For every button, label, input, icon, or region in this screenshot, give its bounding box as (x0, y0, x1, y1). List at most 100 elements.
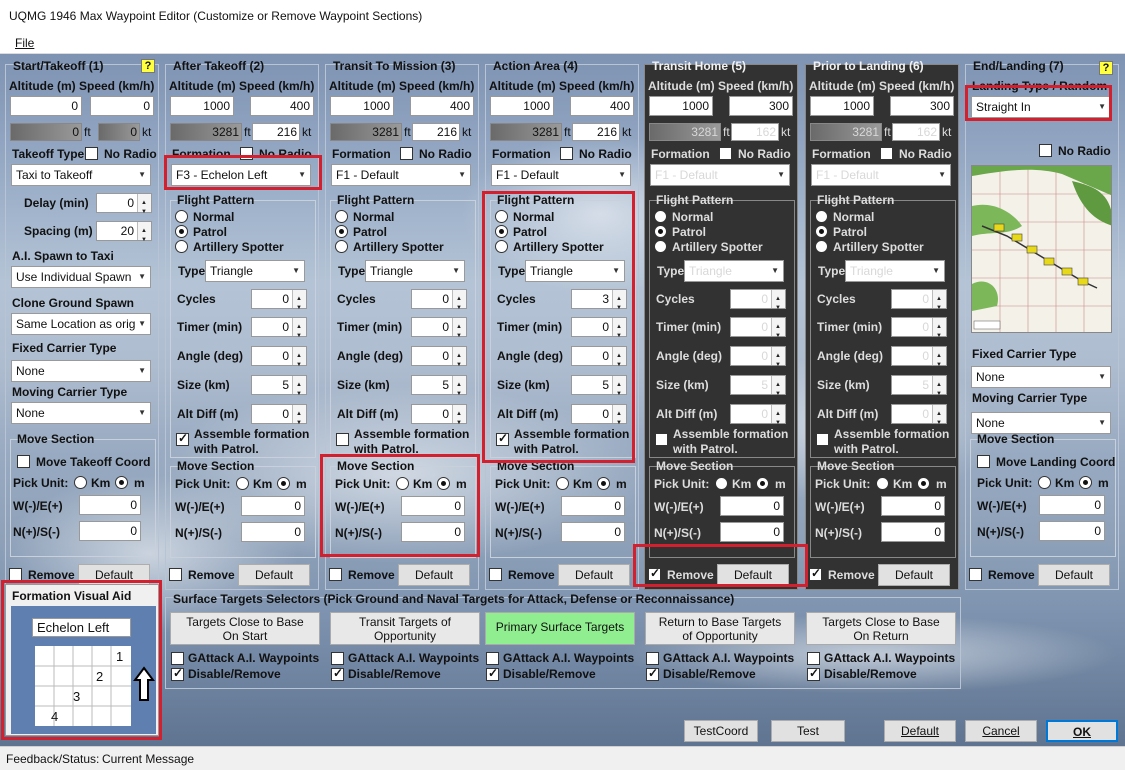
takeoff-type-dropdown[interactable]: Taxi to Takeoff ▼ (11, 164, 151, 186)
surface-target-button-2[interactable]: Transit Targets of Opportunity (330, 612, 480, 645)
fixed-carrier-dropdown[interactable]: None ▼ (11, 360, 151, 382)
default-button[interactable]: Default (717, 564, 789, 586)
pattern-type-dropdown[interactable]: Triangle ▼ (205, 260, 305, 282)
assemble-checkbox[interactable] (176, 431, 189, 446)
size-spinner[interactable]: 5 (891, 375, 947, 403)
km-radio[interactable] (236, 477, 249, 490)
speed-input[interactable]: 400 (250, 96, 314, 116)
surface-target-button-5[interactable]: Targets Close to Base On Return (806, 612, 956, 645)
surface-target-button-4[interactable]: Return to Base Targets of Opportunity (645, 612, 795, 645)
no-radio-checkbox[interactable] (880, 147, 893, 160)
we-input[interactable]: 0 (401, 496, 465, 516)
we-input[interactable]: 0 (720, 496, 784, 516)
help-icon[interactable]: ? (1099, 61, 1113, 75)
m-radio[interactable] (437, 477, 450, 490)
move-landing-checkbox[interactable] (977, 455, 990, 468)
normal-radio[interactable] (654, 210, 667, 223)
landing-type-dropdown[interactable]: Straight In ▼ (971, 96, 1111, 118)
m-radio[interactable] (917, 477, 930, 490)
timer-spinner[interactable]: 0 (411, 317, 467, 345)
cycles-spinner[interactable]: 0 (730, 289, 786, 317)
speed-input[interactable]: 0 (90, 96, 154, 116)
surface-target-button-3[interactable]: Primary Surface Targets (485, 612, 635, 645)
normal-radio[interactable] (815, 210, 828, 223)
alt-diff-spinner[interactable]: 0 (411, 404, 467, 432)
ns-input[interactable]: 0 (1039, 521, 1105, 541)
move-takeoff-checkbox[interactable] (17, 455, 30, 468)
remove-checkbox[interactable] (969, 568, 982, 581)
alt-diff-spinner[interactable]: 0 (251, 404, 307, 432)
angle-spinner[interactable]: 0 (411, 346, 467, 374)
artillery-radio[interactable] (495, 240, 508, 253)
altitude-input[interactable]: 1000 (810, 96, 874, 116)
help-icon[interactable]: ? (141, 59, 155, 73)
artillery-radio[interactable] (175, 240, 188, 253)
alt-diff-spinner[interactable]: 0 (571, 404, 627, 432)
disable-remove-checkbox[interactable] (171, 666, 184, 681)
no-radio-checkbox[interactable] (85, 147, 98, 160)
altitude-input[interactable]: 0 (10, 96, 82, 116)
normal-radio[interactable] (495, 210, 508, 223)
size-spinner[interactable]: 5 (411, 375, 467, 403)
m-radio[interactable] (756, 477, 769, 490)
altitude-input[interactable]: 1000 (649, 96, 713, 116)
altitude-input[interactable]: 1000 (170, 96, 234, 116)
normal-radio[interactable] (335, 210, 348, 223)
timer-spinner[interactable]: 0 (891, 317, 947, 345)
default-button[interactable]: Default (78, 564, 150, 586)
pattern-type-dropdown[interactable]: Triangle ▼ (684, 260, 784, 282)
remove-checkbox[interactable] (648, 566, 661, 581)
menu-file[interactable]: File (15, 36, 34, 50)
gattack-checkbox[interactable] (646, 652, 659, 665)
ns-input[interactable]: 0 (401, 522, 465, 542)
m-radio[interactable] (277, 477, 290, 490)
default-button[interactable]: Default (398, 564, 470, 586)
no-radio-checkbox[interactable] (560, 147, 573, 160)
m-radio[interactable] (597, 477, 610, 490)
default-button[interactable]: Default (238, 564, 310, 586)
artillery-radio[interactable] (815, 240, 828, 253)
disable-remove-checkbox[interactable] (331, 666, 344, 681)
patrol-radio[interactable] (815, 225, 828, 238)
altitude-input[interactable]: 1000 (330, 96, 394, 116)
timer-spinner[interactable]: 0 (251, 317, 307, 345)
assemble-checkbox[interactable] (336, 433, 349, 446)
ns-input[interactable]: 0 (241, 522, 305, 542)
disable-remove-checkbox[interactable] (646, 666, 659, 681)
size-spinner[interactable]: 5 (571, 375, 627, 403)
we-input[interactable]: 0 (881, 496, 945, 516)
ns-input[interactable]: 0 (881, 522, 945, 542)
surface-target-button-1[interactable]: Targets Close to Base On Start (170, 612, 320, 645)
timer-spinner[interactable]: 0 (730, 317, 786, 345)
km-radio[interactable] (1038, 476, 1051, 489)
alt-diff-spinner[interactable]: 0 (730, 404, 786, 432)
km-radio[interactable] (715, 477, 728, 490)
clone-ground-dropdown[interactable]: Same Location as orig ▼ (11, 313, 151, 335)
assemble-checkbox[interactable] (816, 433, 829, 446)
normal-radio[interactable] (175, 210, 188, 223)
ns-input[interactable]: 0 (720, 522, 784, 542)
gattack-checkbox[interactable] (331, 652, 344, 665)
remove-checkbox[interactable] (329, 568, 342, 581)
we-input[interactable]: 0 (1039, 495, 1105, 515)
remove-checkbox[interactable] (169, 568, 182, 581)
formation-dropdown[interactable]: F1 - Default ▼ (331, 164, 471, 186)
cancel-button[interactable]: Cancel (965, 720, 1037, 742)
fixed-carrier-dropdown[interactable]: None ▼ (971, 366, 1111, 388)
pattern-type-dropdown[interactable]: Triangle ▼ (845, 260, 945, 282)
no-radio-checkbox[interactable] (240, 147, 253, 160)
remove-checkbox[interactable] (809, 566, 822, 581)
artillery-radio[interactable] (335, 240, 348, 253)
formation-dropdown[interactable]: F1 - Default ▼ (811, 164, 951, 186)
timer-spinner[interactable]: 0 (571, 317, 627, 345)
angle-spinner[interactable]: 0 (571, 346, 627, 374)
disable-remove-checkbox[interactable] (807, 666, 820, 681)
ai-spawn-dropdown[interactable]: Use Individual Spawn ▼ (11, 266, 151, 288)
default-button[interactable]: Default (1038, 564, 1110, 586)
size-spinner[interactable]: 5 (251, 375, 307, 403)
angle-spinner[interactable]: 0 (730, 346, 786, 374)
m-radio[interactable] (1079, 476, 1092, 489)
delay-spinner[interactable]: 0 (96, 193, 152, 221)
gattack-checkbox[interactable] (171, 652, 184, 665)
testcoord-button[interactable]: TestCoord (684, 720, 758, 742)
